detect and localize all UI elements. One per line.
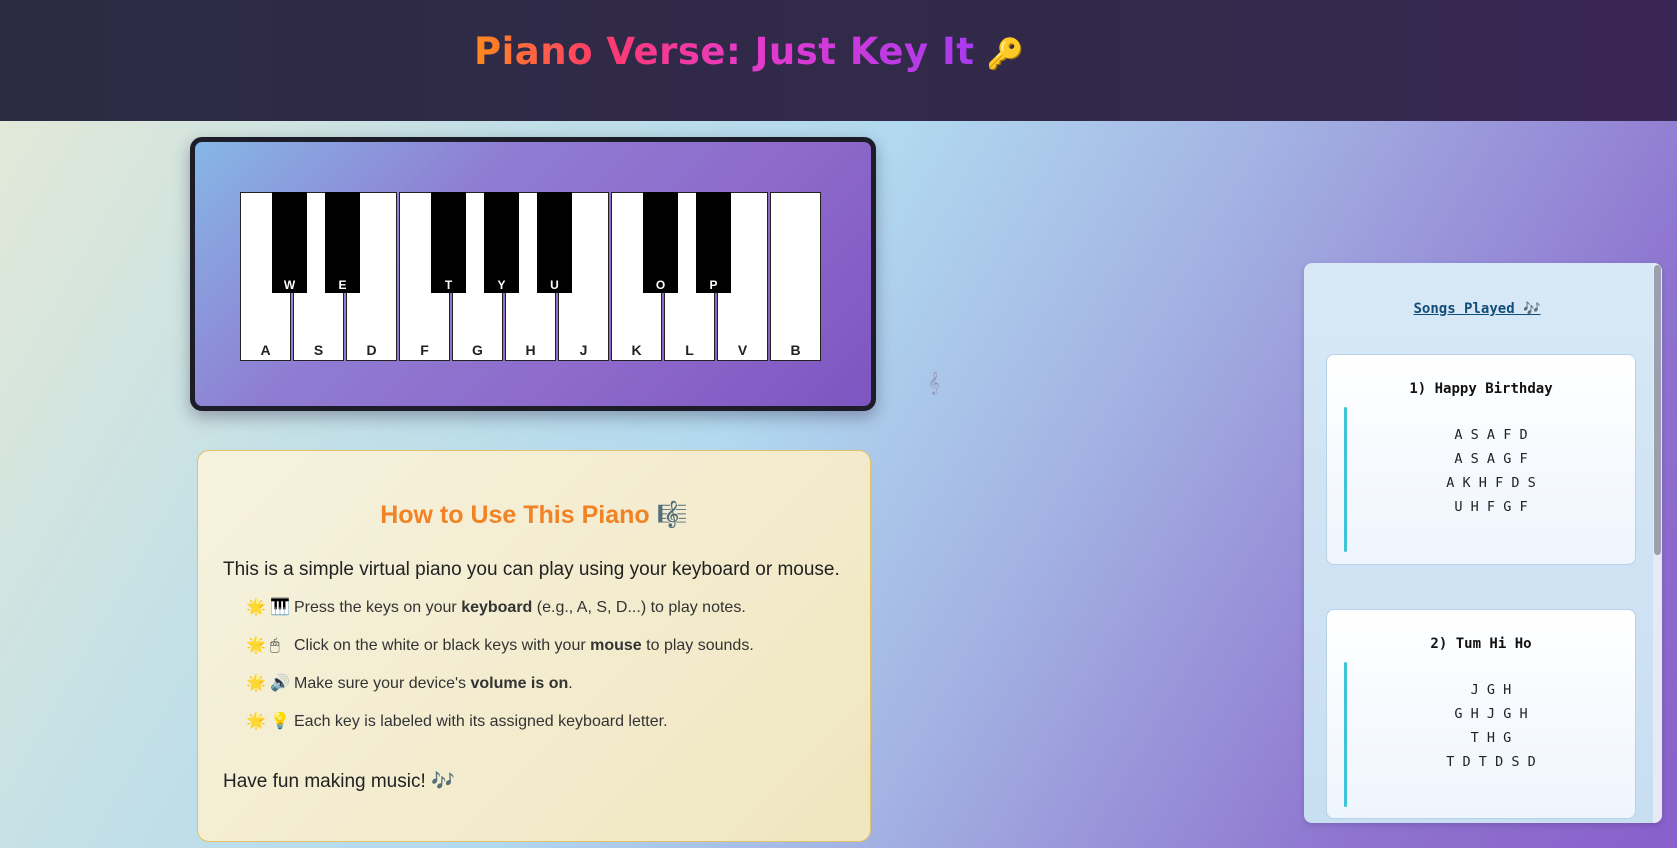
instructions-list: 🌟 🎹 Press the keys on your keyboard (e.g.,… bbox=[246, 598, 754, 750]
black-key-e[interactable]: E bbox=[325, 192, 360, 293]
item-text: Press the keys on your bbox=[294, 599, 462, 616]
item-text: Each key is labeled with its assigned ke… bbox=[294, 713, 668, 730]
star-icon: 🌟 bbox=[246, 637, 266, 654]
treble-clef-icon: 𝄞 bbox=[928, 372, 940, 394]
piano-icon: 🎹 bbox=[270, 599, 290, 616]
black-key-p[interactable]: P bbox=[696, 192, 731, 293]
black-key-u[interactable]: U bbox=[537, 192, 572, 293]
note-line: J G H bbox=[1470, 682, 1512, 698]
instructions-panel: How to Use This Piano 🎼 This is a simple… bbox=[197, 450, 871, 842]
item-text: (e.g., A, S, D...) to play notes. bbox=[532, 599, 746, 616]
key-label: H bbox=[525, 342, 536, 358]
song-notes: A S A F D A S A G F A K H F D S U H F G … bbox=[1347, 423, 1635, 519]
note-line: G H J G H bbox=[1454, 706, 1528, 722]
instructions-heading: How to Use This Piano 🎼 bbox=[198, 501, 870, 530]
mouse-icon: 🖱 bbox=[270, 637, 280, 654]
key-label: V bbox=[737, 342, 748, 358]
heading-text: How to Use This Piano bbox=[380, 501, 650, 529]
key-label: F bbox=[420, 342, 429, 358]
song-card: 2) Tum Hi Ho J G H G H J G H T H G T D T… bbox=[1326, 609, 1636, 819]
key-label: A bbox=[260, 342, 271, 358]
songs-played-panel[interactable]: Songs Played 🎶 1) Happy Birthday A S A F… bbox=[1304, 263, 1662, 823]
key-label: K bbox=[631, 342, 642, 358]
white-key-b[interactable]: B bbox=[770, 192, 821, 361]
note-line: A K H F D S bbox=[1446, 475, 1536, 491]
song-name: 2) Tum Hi Ho bbox=[1430, 636, 1532, 652]
outro-text: Have fun making music! bbox=[223, 771, 426, 792]
key-icon: 🔑 bbox=[986, 37, 1025, 72]
key-label: S bbox=[313, 342, 324, 358]
scrollbar[interactable] bbox=[1653, 263, 1662, 823]
note-line: A S A G F bbox=[1454, 451, 1528, 467]
key-label: G bbox=[472, 342, 483, 358]
key-label: J bbox=[579, 342, 588, 358]
list-item: 🌟 🖱 Click on the white or black keys with … bbox=[246, 636, 754, 674]
list-item: 🌟 💡 Each key is labeled with its assigned … bbox=[246, 712, 754, 750]
instructions-intro: This is a simple virtual piano you can p… bbox=[223, 559, 840, 580]
star-icon: 🌟 bbox=[246, 713, 266, 730]
note-line: T D T D S D bbox=[1446, 754, 1536, 770]
music-score-icon: 🎼 bbox=[656, 501, 688, 529]
note-line: T H G bbox=[1470, 730, 1512, 746]
song-name: 1) Happy Birthday bbox=[1409, 381, 1553, 397]
key-label: W bbox=[283, 278, 296, 292]
key-label: O bbox=[655, 278, 666, 292]
key-label: E bbox=[338, 278, 347, 292]
item-bold: mouse bbox=[590, 637, 642, 654]
black-key-y[interactable]: Y bbox=[484, 192, 519, 293]
key-label: L bbox=[685, 342, 694, 358]
title-text: Piano Verse: Just Key It bbox=[474, 30, 975, 73]
speaker-icon: 🔊 bbox=[270, 675, 290, 692]
lightbulb-icon: 💡 bbox=[270, 713, 290, 730]
key-label: D bbox=[366, 342, 377, 358]
item-text: to play sounds. bbox=[641, 637, 754, 654]
app-header: Piano Verse: Just Key It 🔑 bbox=[0, 0, 1677, 121]
list-item: 🌟 🎹 Press the keys on your keyboard (e.g.,… bbox=[246, 598, 754, 636]
star-icon: 🌟 bbox=[246, 675, 266, 692]
songs-played-title[interactable]: Songs Played 🎶 bbox=[1304, 301, 1650, 317]
item-text: . bbox=[568, 675, 573, 692]
item-bold: keyboard bbox=[461, 599, 533, 616]
key-label: U bbox=[550, 278, 559, 292]
item-text: Click on the white or black keys with yo… bbox=[294, 637, 591, 654]
black-key-w[interactable]: W bbox=[272, 192, 307, 293]
song-card: 1) Happy Birthday A S A F D A S A G F A … bbox=[1326, 354, 1636, 565]
list-item: 🌟 🔊 Make sure your device's volume is on. bbox=[246, 674, 754, 712]
black-key-o[interactable]: O bbox=[643, 192, 678, 293]
key-label: T bbox=[444, 278, 453, 292]
song-notes: J G H G H J G H T H G T D T D S D bbox=[1347, 678, 1635, 774]
key-label: B bbox=[790, 342, 801, 358]
music-notes-icon: 🎶 bbox=[431, 771, 455, 792]
piano-keyboard: A S D F G H J K L V B W E T Y U O P bbox=[240, 192, 824, 361]
item-text: Make sure your device's bbox=[294, 675, 471, 692]
instructions-outro: Have fun making music! 🎶 bbox=[223, 769, 455, 793]
scrollbar-thumb[interactable] bbox=[1654, 265, 1661, 555]
key-label: P bbox=[709, 278, 718, 292]
item-bold: volume is on bbox=[470, 675, 569, 692]
page-title: Piano Verse: Just Key It 🔑 bbox=[474, 30, 1024, 86]
key-label: Y bbox=[497, 278, 506, 292]
note-line: U H F G F bbox=[1454, 499, 1528, 515]
star-icon: 🌟 bbox=[246, 599, 266, 616]
note-line: A S A F D bbox=[1454, 427, 1528, 443]
black-key-t[interactable]: T bbox=[431, 192, 466, 293]
